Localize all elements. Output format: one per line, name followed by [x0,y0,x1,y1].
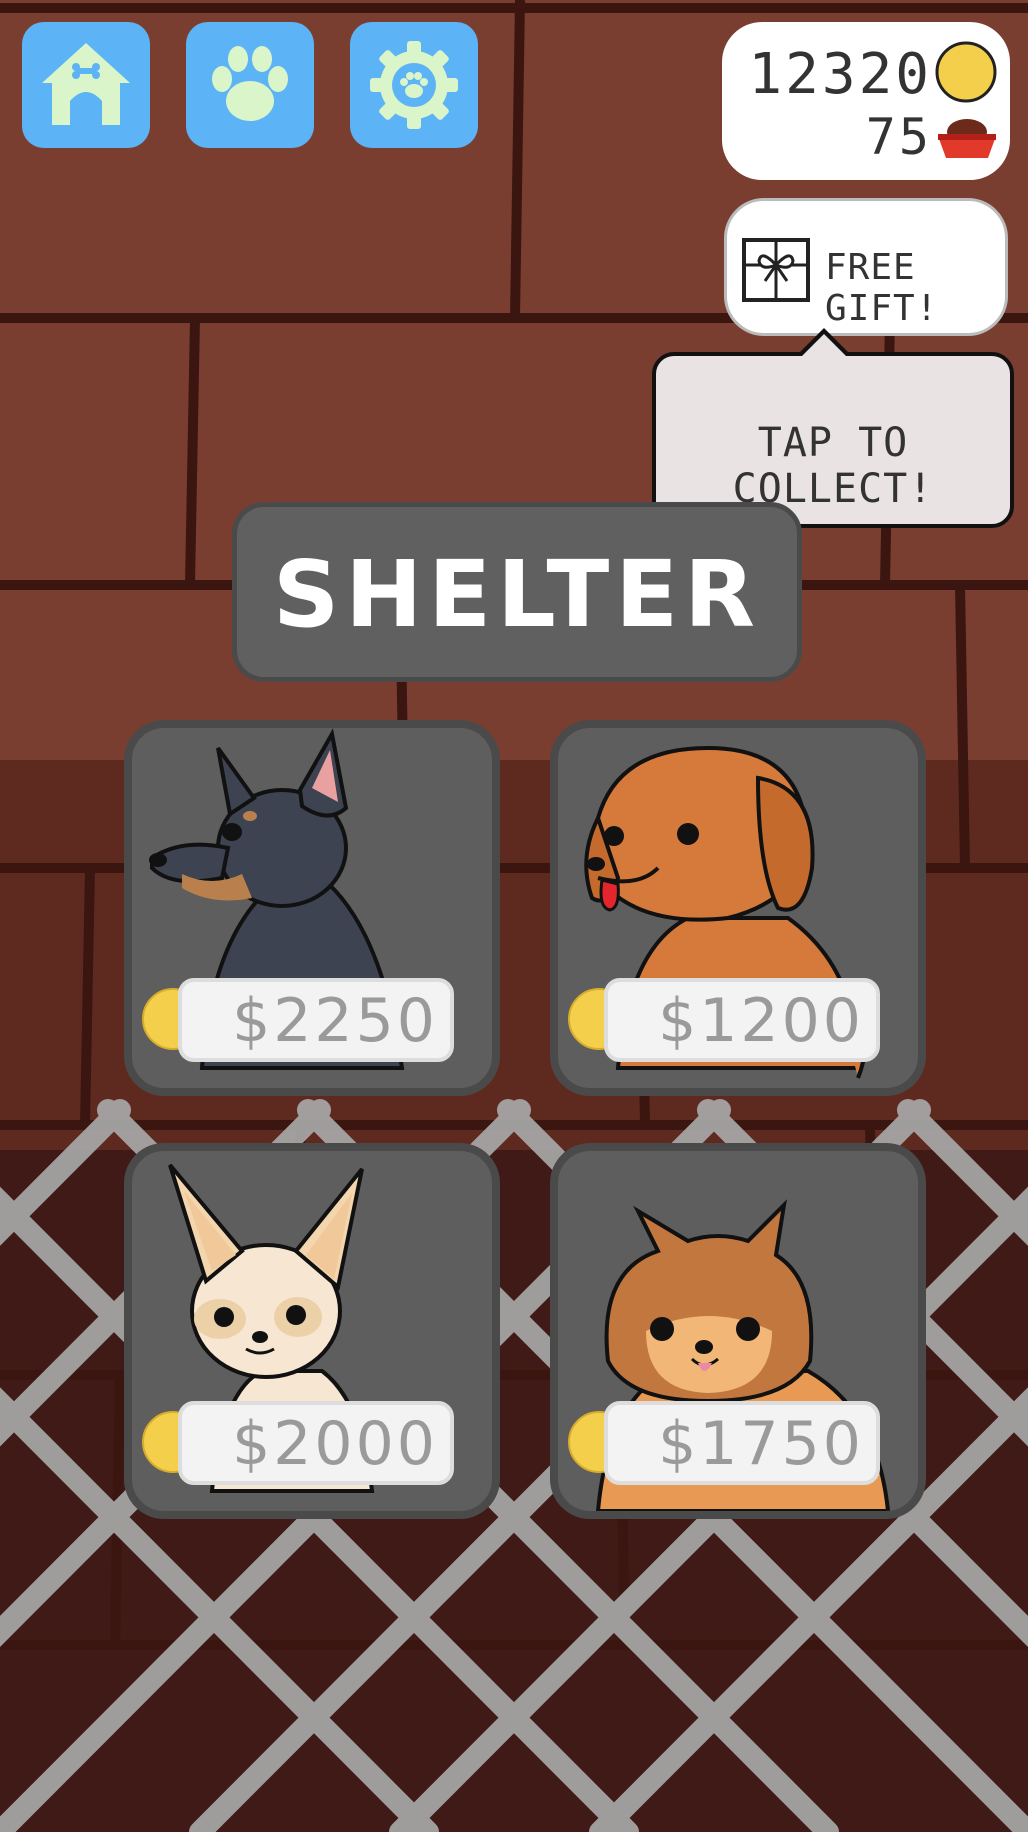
dog-card-golden-retriever[interactable]: $1200 [550,720,926,1096]
tooltip-arrow-fill [800,334,848,358]
dog-card-chihuahua[interactable]: $2000 [124,1143,500,1519]
price-label: $2250 [232,986,438,1056]
coin-icon [935,41,997,103]
tooltip-text: TAP TO COLLECT! [732,420,934,512]
price-label: $1200 [658,986,864,1056]
dogs-button[interactable] [186,22,314,148]
page-title: SHELTER [273,541,761,648]
dog-card-doberman[interactable]: $2250 [124,720,500,1096]
settings-button[interactable] [350,22,478,148]
currency-panel: 12320 75 [722,22,1010,180]
doghouse-icon [42,43,130,125]
food-count: 75 [865,108,932,166]
food-bowl-icon [938,119,996,158]
shelter-title-banner: SHELTER [232,502,802,682]
price-label: $2000 [232,1409,438,1479]
price-label: $1750 [658,1409,864,1479]
free-gift-label: FREE GIFT! [825,247,939,329]
price-tag: $1750 [604,1401,880,1485]
price-tag: $1200 [604,978,880,1062]
paw-gear-icon [370,41,458,129]
price-tag: $2250 [178,978,454,1062]
gift-box-icon [742,238,810,302]
price-tag: $2000 [178,1401,454,1485]
coin-count: 12320 [748,42,932,107]
dog-card-pomeranian[interactable]: $1750 [550,1143,926,1519]
home-button[interactable] [22,22,150,148]
game-screen: 12320 75 FREE GIFT! TAP TO COLLECT! SHEL… [0,0,1028,1832]
paw-icon [212,46,288,121]
free-gift-button[interactable]: FREE GIFT! [724,198,1008,336]
